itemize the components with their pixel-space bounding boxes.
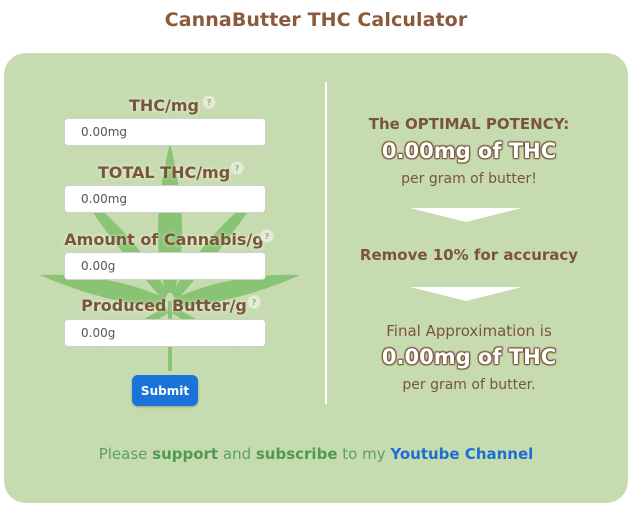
column-divider (325, 82, 327, 404)
total-thc-mg-help-icon[interactable]: ? (230, 161, 244, 175)
optimal-potency-heading: The OPTIMAL POTENCY: (368, 115, 570, 133)
submit-button[interactable]: Submit (132, 375, 198, 406)
subscribe-text: subscribe (255, 445, 338, 463)
footer-text-part: Please (98, 445, 153, 463)
arrow-down-icon (410, 208, 522, 222)
produced-butter-label: Produced Butter/g (81, 296, 247, 315)
footer-text-part: to my (337, 445, 391, 463)
arrow-down-icon (410, 287, 522, 301)
produced-butter-help-icon[interactable]: ? (247, 295, 261, 309)
final-approximation-heading: Final Approximation is (386, 322, 552, 340)
results-panel: The OPTIMAL POTENCY: 0.00mg of THC per g… (334, 53, 604, 453)
cannabis-amount-label: Amount of Cannabis/g (64, 230, 264, 249)
youtube-channel-link[interactable]: Youtube Channel (390, 445, 533, 463)
optimal-potency-value: 0.00mg of THC (381, 139, 557, 163)
produced-butter-input[interactable] (64, 319, 266, 347)
final-approximation-unit: per gram of butter. (402, 377, 536, 393)
support-text: support (152, 445, 219, 463)
cannabis-amount-input[interactable] (64, 252, 266, 280)
accuracy-note: Remove 10% for accuracy (359, 246, 579, 264)
total-thc-mg-input[interactable] (64, 185, 266, 213)
thc-mg-help-icon[interactable]: ? (202, 95, 216, 109)
final-approximation-value: 0.00mg of THC (381, 345, 557, 369)
footer-text: Please support and subscribe to my Youtu… (4, 445, 628, 463)
page-title: CannaButter THC Calculator (164, 9, 468, 31)
footer-text-part: and (218, 445, 256, 463)
cannabis-amount-help-icon[interactable]: ? (260, 229, 274, 243)
thc-mg-input[interactable] (64, 118, 266, 146)
calculator-form: THC/mg ? TOTAL THC/mg ? Amount of Cannab… (4, 53, 324, 453)
calculator-card: THC/mg ? TOTAL THC/mg ? Amount of Cannab… (4, 53, 628, 503)
total-thc-mg-label: TOTAL THC/mg (97, 163, 231, 182)
optimal-potency-unit: per gram of butter! (401, 171, 537, 187)
